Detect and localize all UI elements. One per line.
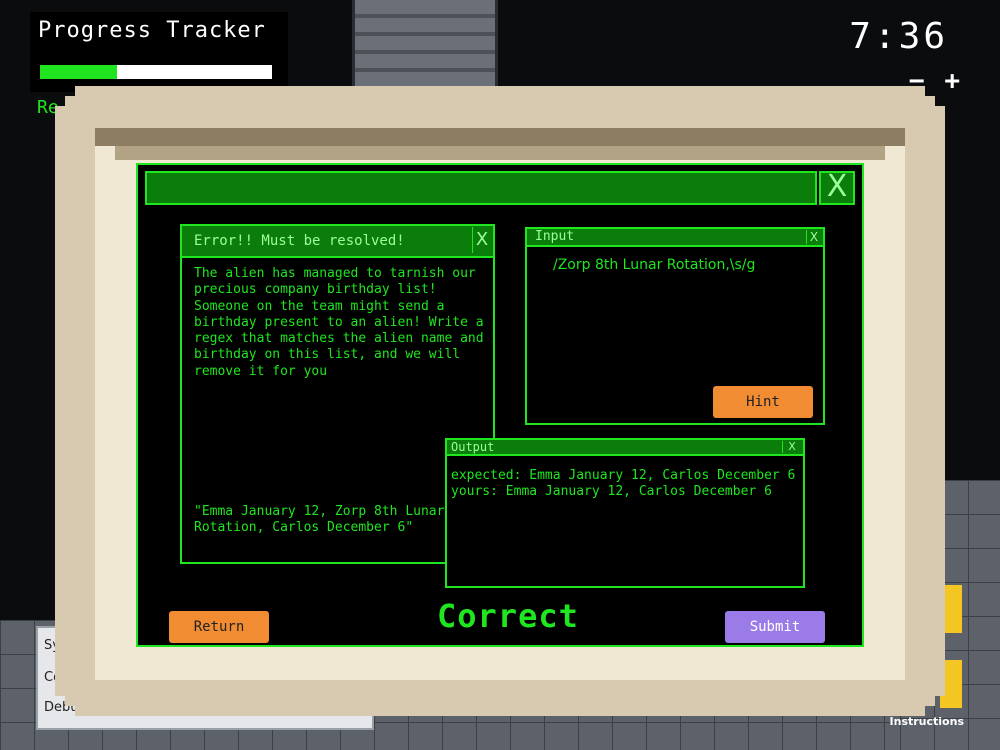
wall-pillar [352,0,498,90]
monitor-bezel-shadow [115,146,885,160]
hint-button[interactable]: Hint [713,386,813,418]
game-clock: 7:36 [849,16,948,57]
input-window-header: Input X [527,229,823,247]
zoom-in-button[interactable]: + [944,66,960,96]
regex-input[interactable]: /Zorp 8th Lunar Rotation,\s/g [553,257,755,273]
instructions-label[interactable]: Instructions [890,715,964,728]
monitor-bezel-shadow [95,128,905,146]
birthday-list-text: "Emma January 12, Zorp 8th Lunar Rotatio… [194,504,445,536]
error-window-header: Error!! Must be resolved! X [182,226,493,258]
error-description: The alien has managed to tarnish our pre… [194,266,484,379]
output-close-icon[interactable]: X [782,441,801,453]
expected-output: expected: Emma January 12, Carlos Decemb… [451,468,796,483]
terminal-titlebar [145,171,817,205]
input-close-icon[interactable]: X [806,230,821,244]
close-icon[interactable]: X [819,171,855,205]
input-window-title: Input [535,229,575,244]
output-window-header: Output X [447,440,803,456]
output-results: expected: Emma January 12, Carlos Decemb… [451,468,805,501]
progress-bar [40,65,272,79]
input-window: Input X /Zorp 8th Lunar Rotation,\s/g Hi… [525,227,825,425]
progress-tracker-title: Progress Tracker [38,18,266,43]
return-button[interactable]: Return [169,611,269,643]
output-window: Output X expected: Emma January 12, Carl… [445,438,805,588]
submit-button[interactable]: Submit [725,611,825,643]
actual-output: yours: Emma January 12, Carlos December … [451,484,772,500]
output-window-title: Output [451,440,495,454]
progress-bar-fill [40,65,117,79]
error-close-icon[interactable]: X [472,227,491,253]
error-window-title: Error!! Must be resolved! [194,233,405,249]
status-correct: Correct [437,597,579,635]
